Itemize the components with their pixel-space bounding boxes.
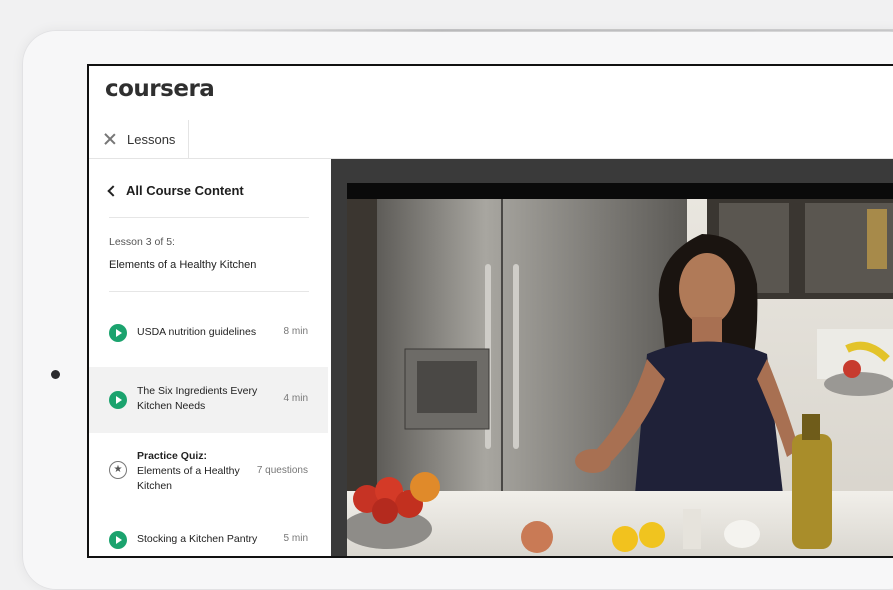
item-duration: 5 min [283, 533, 308, 544]
item-title-line: Kitchen [137, 480, 173, 492]
play-icon [109, 391, 127, 409]
coursera-logo[interactable]: coursera [105, 76, 215, 102]
item-duration: 4 min [283, 393, 308, 404]
chevron-left-icon [107, 184, 119, 197]
item-title-line: The Six Ingredients Every [137, 385, 258, 397]
play-icon [109, 531, 127, 549]
divider [109, 291, 309, 292]
list-item[interactable]: ★ Practice Quiz: Elements of a Healthy K… [89, 441, 328, 501]
video-player[interactable] [347, 199, 893, 556]
all-course-content-link[interactable]: All Course Content [107, 183, 244, 198]
all-course-content-label: All Course Content [126, 183, 244, 198]
item-title-line: Kitchen Needs [137, 400, 206, 412]
lesson-count: Lesson 3 of 5: [109, 236, 175, 248]
list-item[interactable]: Stocking a Kitchen Pantry 5 min [89, 521, 328, 556]
tablet-edge-highlight [140, 29, 893, 32]
item-title: Stocking a Kitchen Pantry [137, 533, 258, 545]
video-letterbox [347, 183, 893, 199]
video-panel [331, 159, 893, 556]
quiz-kind: Practice Quiz: [137, 450, 208, 462]
item-duration: 8 min [283, 326, 308, 337]
star-icon: ★ [109, 461, 127, 479]
item-title-line: Elements of a Healthy [137, 465, 240, 477]
play-icon [109, 324, 127, 342]
item-duration: 7 questions [256, 465, 308, 476]
tab-bar: Lessons [89, 120, 893, 159]
tab-lessons-label: Lessons [127, 131, 176, 147]
camera-icon [51, 370, 60, 379]
item-title: The Six Ingredients Every Kitchen Needs [137, 384, 257, 414]
close-icon[interactable] [103, 132, 117, 146]
top-header: coursera [89, 66, 893, 121]
divider [109, 217, 309, 218]
lesson-title: Elements of a Healthy Kitchen [109, 259, 257, 271]
video-frame-illustration [347, 199, 893, 556]
list-item[interactable]: The Six Ingredients Every Kitchen Needs … [89, 367, 328, 433]
list-item[interactable]: USDA nutrition guidelines 8 min [89, 314, 328, 352]
item-title: USDA nutrition guidelines [137, 326, 257, 338]
tab-lessons[interactable]: Lessons [89, 120, 189, 158]
item-title: Practice Quiz: Elements of a Healthy Kit… [137, 449, 240, 494]
tablet-screen: coursera Lessons All Course Content Less… [87, 64, 893, 558]
lessons-sidebar: All Course Content Lesson 3 of 5: Elemen… [89, 159, 330, 556]
